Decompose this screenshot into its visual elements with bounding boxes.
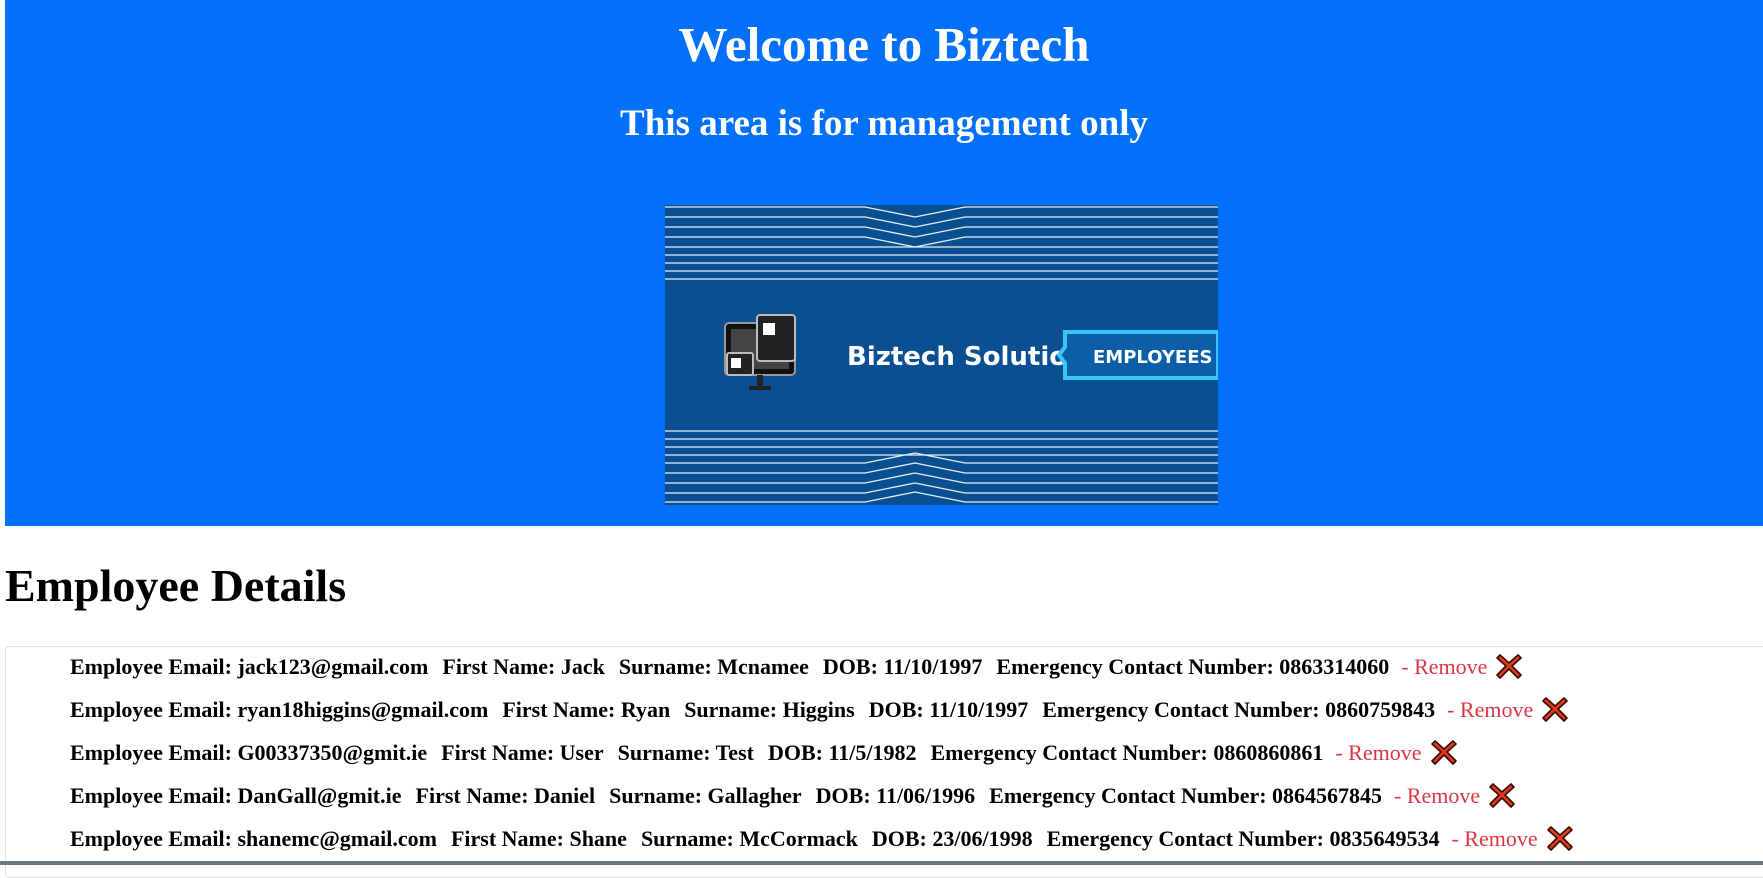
field-label: Emergency Contact Number:	[930, 740, 1208, 765]
field-first: First Name: User	[441, 740, 604, 765]
field-label: Employee Email:	[70, 826, 232, 851]
field-value-surname: McCormack	[739, 826, 858, 851]
banner-tag-text: EMPLOYEES	[1093, 347, 1212, 368]
field-dob: DOB: 23/06/1998	[872, 826, 1033, 851]
field-label: Employee Email:	[70, 783, 232, 808]
field-value-surname: Higgins	[782, 697, 855, 722]
employee-row: Employee Email: jack123@gmail.com First N…	[70, 652, 1523, 682]
field-value-email: G00337350@gmit.ie	[237, 740, 428, 765]
field-value-surname: Test	[715, 740, 754, 765]
field-label: Surname:	[609, 783, 703, 808]
field-value-dob: 11/06/1996	[876, 783, 976, 808]
field-value-phone: 0863314060	[1279, 654, 1390, 679]
employees-banner-image: Biztech Solutions EMPLOYEES	[665, 205, 1218, 505]
field-first: First Name: Shane	[451, 826, 627, 851]
field-dob: DOB: 11/10/1997	[869, 697, 1029, 722]
field-email: Employee Email: jack123@gmail.com	[70, 654, 428, 679]
field-label: Employee Email:	[70, 697, 232, 722]
employee-row: Employee Email: shanemc@gmail.com First N…	[70, 824, 1574, 854]
field-first: First Name: Daniel	[416, 783, 596, 808]
field-value-email: ryan18higgins@gmail.com	[237, 697, 489, 722]
remove-employee-link[interactable]: - Remove	[1335, 740, 1421, 765]
field-value-dob: 23/06/1998	[932, 826, 1033, 851]
field-label: Emergency Contact Number:	[1042, 697, 1320, 722]
field-label: First Name:	[442, 654, 556, 679]
field-label: First Name:	[502, 697, 616, 722]
remove-employee-link[interactable]: - Remove	[1451, 826, 1537, 851]
field-value-first: Jack	[560, 654, 605, 679]
field-label: First Name:	[450, 826, 564, 851]
field-label: DOB:	[815, 783, 871, 808]
field-email: Employee Email: G00337350@gmit.ie	[70, 740, 427, 765]
remove-employee-link[interactable]: - Remove	[1401, 654, 1487, 679]
employee-row: Employee Email: ryan18higgins@gmail.com F…	[70, 695, 1569, 725]
field-surname: Surname: Mcnamee	[619, 654, 809, 679]
field-value-first: User	[559, 740, 604, 765]
field-phone: Emergency Contact Number: 0860759843	[1042, 697, 1435, 722]
remove-x-icon[interactable]	[1541, 695, 1569, 723]
field-first: First Name: Jack	[442, 654, 605, 679]
employee-details-heading: Employee Details	[5, 560, 347, 611]
field-dob: DOB: 11/10/1997	[823, 654, 983, 679]
remove-x-icon[interactable]	[1546, 824, 1574, 852]
field-label: DOB:	[868, 697, 924, 722]
field-email: Employee Email: shanemc@gmail.com	[70, 826, 437, 851]
field-value-surname: Mcnamee	[717, 654, 809, 679]
field-label: Surname:	[617, 740, 711, 765]
page-subtitle: This area is for management only	[620, 103, 1148, 144]
field-value-dob: 11/10/1997	[883, 654, 983, 679]
remove-x-icon[interactable]	[1495, 652, 1523, 680]
field-label: DOB:	[822, 654, 878, 679]
field-phone: Emergency Contact Number: 0864567845	[989, 783, 1382, 808]
remove-x-icon[interactable]	[1488, 781, 1516, 809]
field-surname: Surname: Gallagher	[609, 783, 802, 808]
field-label: Surname:	[618, 654, 712, 679]
field-surname: Surname: Test	[618, 740, 754, 765]
employee-row: Employee Email: G00337350@gmit.ie First N…	[70, 738, 1458, 768]
field-phone: Emergency Contact Number: 0835649534	[1047, 826, 1440, 851]
field-surname: Surname: McCormack	[641, 826, 858, 851]
field-value-dob: 11/10/1997	[929, 697, 1029, 722]
field-first: First Name: Ryan	[502, 697, 670, 722]
field-value-phone: 0860860861	[1213, 740, 1324, 765]
field-label: DOB:	[767, 740, 823, 765]
remove-x-icon[interactable]	[1430, 738, 1458, 766]
field-email: Employee Email: DanGall@gmit.ie	[70, 783, 402, 808]
field-label: Employee Email:	[70, 654, 232, 679]
header-banner-area: Welcome to Biztech This area is for mana…	[5, 0, 1763, 526]
page-title: Welcome to Biztech	[678, 17, 1090, 72]
remove-employee-link[interactable]: - Remove	[1394, 783, 1480, 808]
field-surname: Surname: Higgins	[684, 697, 855, 722]
field-value-phone: 0864567845	[1272, 783, 1383, 808]
employee-row: Employee Email: DanGall@gmit.ie First Nam…	[70, 781, 1516, 811]
field-email: Employee Email: ryan18higgins@gmail.com	[70, 697, 488, 722]
field-value-email: shanemc@gmail.com	[237, 826, 437, 851]
field-value-first: Shane	[569, 826, 627, 851]
field-value-email: DanGall@gmit.ie	[237, 783, 402, 808]
field-value-first: Daniel	[534, 783, 596, 808]
field-label: Emergency Contact Number:	[989, 783, 1267, 808]
field-value-email: jack123@gmail.com	[237, 654, 429, 679]
field-label: Emergency Contact Number:	[996, 654, 1274, 679]
field-value-phone: 0860759843	[1325, 697, 1436, 722]
field-phone: Emergency Contact Number: 0863314060	[996, 654, 1389, 679]
field-label: DOB:	[871, 826, 927, 851]
field-label: Emergency Contact Number:	[1046, 826, 1324, 851]
field-label: Surname:	[640, 826, 734, 851]
field-value-first: Ryan	[620, 697, 671, 722]
field-label: Surname:	[684, 697, 778, 722]
field-label: First Name:	[415, 783, 529, 808]
field-label: Employee Email:	[70, 740, 232, 765]
field-value-phone: 0835649534	[1329, 826, 1440, 851]
field-dob: DOB: 11/5/1982	[768, 740, 917, 765]
field-dob: DOB: 11/06/1996	[816, 783, 976, 808]
remove-employee-link[interactable]: - Remove	[1447, 697, 1533, 722]
field-label: First Name:	[441, 740, 555, 765]
field-value-dob: 11/5/1982	[828, 740, 917, 765]
field-value-surname: Gallagher	[707, 783, 802, 808]
field-phone: Emergency Contact Number: 0860860861	[930, 740, 1323, 765]
bottom-edge-bar	[0, 861, 1763, 865]
